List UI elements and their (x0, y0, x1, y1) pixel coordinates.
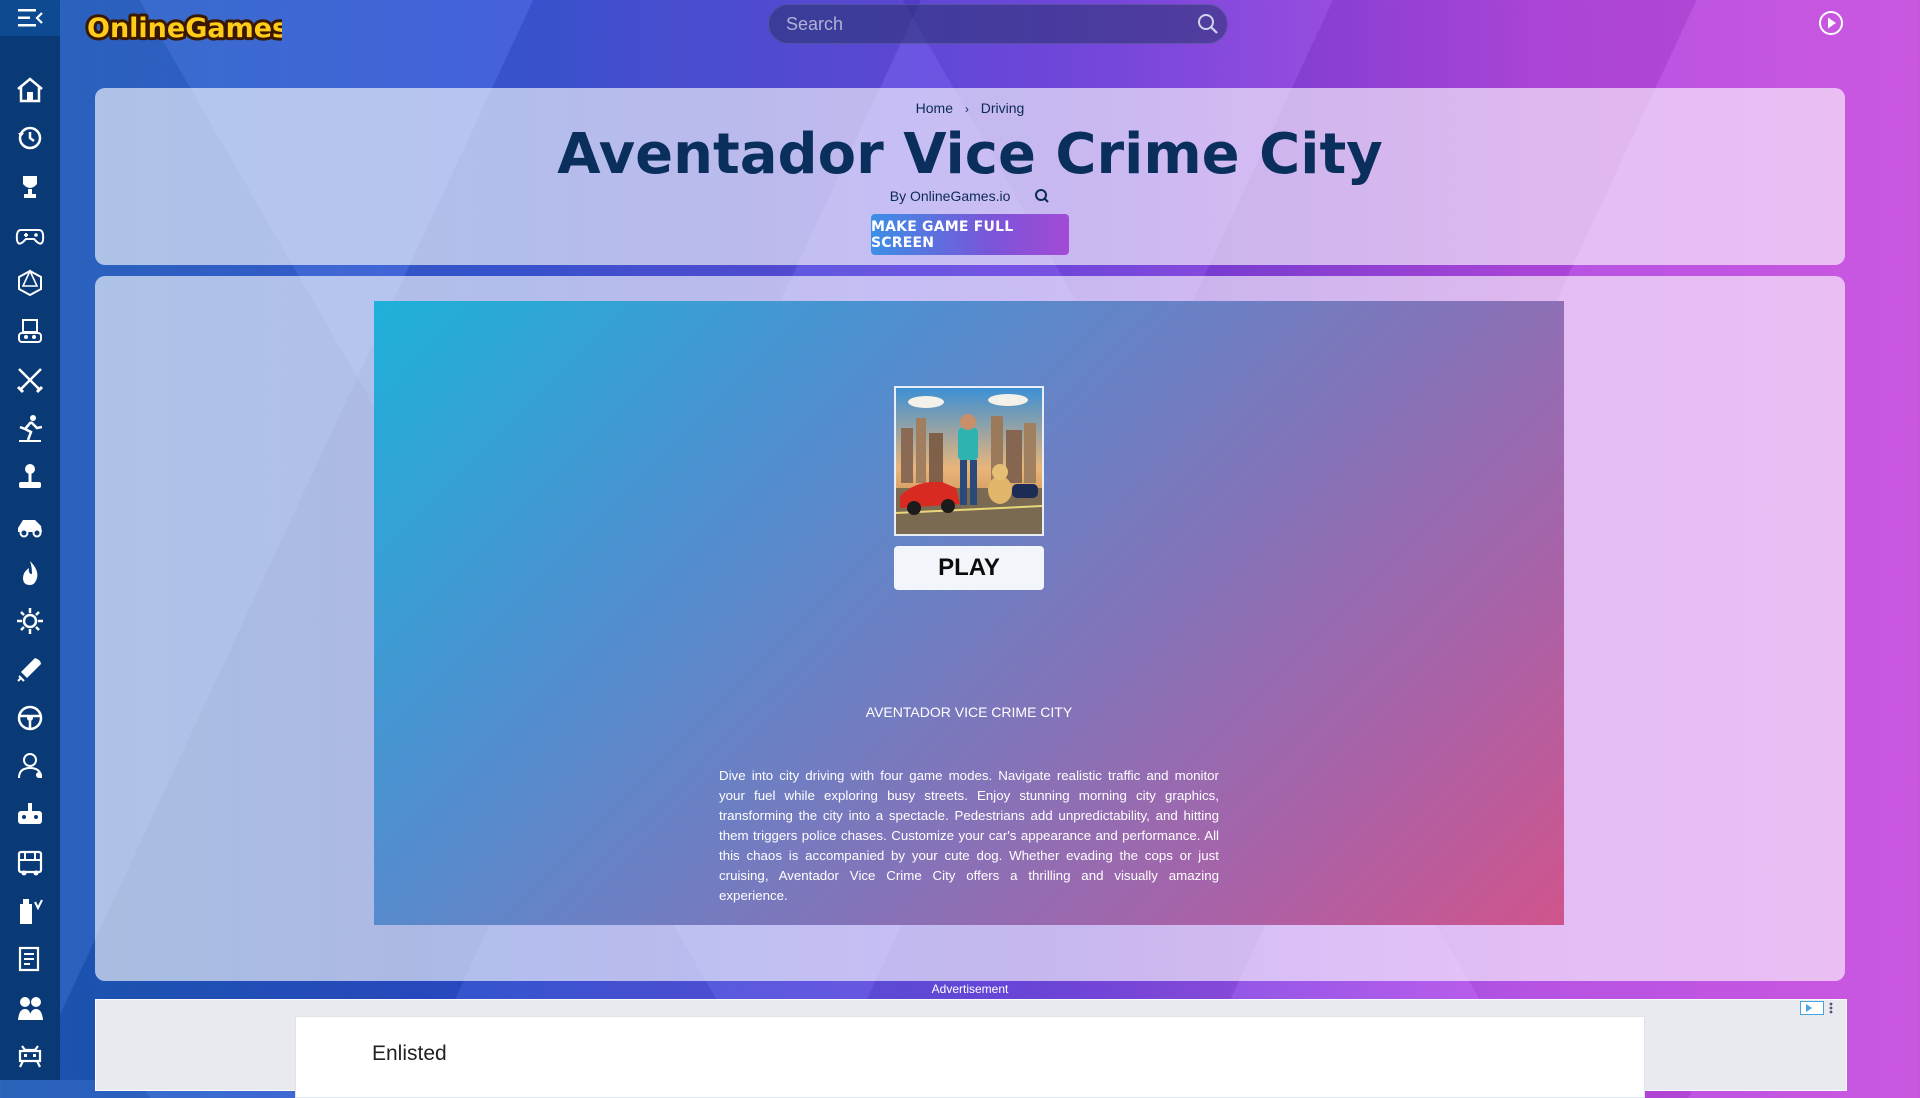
sidebar-item-runner[interactable] (0, 404, 60, 452)
game-name-caption: AVENTADOR VICE CRIME CITY (865, 704, 1073, 720)
search-icon[interactable] (1034, 188, 1050, 207)
menu-icon (18, 8, 43, 27)
gamepad-icon (15, 228, 45, 245)
sidebar-item-d20-dice[interactable] (0, 259, 60, 307)
sidebar-item-car-racing[interactable] (0, 500, 60, 548)
site-logo[interactable]: OnlineGames.io OnlineGames.io (84, 6, 329, 47)
breadcrumb: Home › Driving (95, 100, 1845, 116)
breadcrumb-category-link[interactable]: Driving (981, 100, 1025, 116)
sidebar-item-joystick[interactable] (0, 452, 60, 500)
play-circle-icon (1819, 11, 1843, 35)
sidebar-item-rocket[interactable] (0, 645, 60, 693)
sidebar-item-controller[interactable] (0, 790, 60, 838)
trophy-icon (23, 175, 37, 198)
history-icon (18, 126, 42, 150)
sidebar-item-space-invader[interactable] (0, 1032, 60, 1080)
advertisement-label: Advertisement (931, 982, 1009, 996)
gear-icon (17, 608, 43, 635)
menu-toggle-button[interactable] (0, 0, 60, 36)
ad-banner[interactable] (295, 1016, 1645, 1098)
robot-cube-icon (18, 319, 42, 344)
controller-icon (18, 803, 42, 825)
car-racing-icon (18, 519, 42, 538)
game-thumbnail[interactable] (894, 386, 1044, 536)
sidebar-category-list (0, 66, 60, 1080)
sidebar-item-map[interactable] (0, 935, 60, 983)
sidebar-item-gear[interactable] (0, 597, 60, 645)
game-description: Dive into city driving with four game mo… (719, 768, 1219, 903)
svg-text:OnlineGames.io: OnlineGames.io (87, 13, 282, 44)
fire-icon (23, 560, 38, 585)
author-link[interactable]: By OnlineGames.io (890, 188, 1011, 204)
runner-icon (19, 414, 43, 442)
ad-options-icon[interactable] (1828, 1001, 1834, 1015)
recently-played-button[interactable] (1818, 10, 1844, 36)
character-icon (18, 753, 42, 779)
sidebar-item-bus[interactable] (0, 839, 60, 887)
sidebar-item-building[interactable] (0, 887, 60, 935)
ad-text[interactable]: Enlisted (372, 1042, 447, 1066)
steering-wheel-icon (17, 705, 43, 731)
joystick-icon (19, 464, 41, 489)
breadcrumb-separator: › (964, 102, 969, 116)
search-button[interactable] (1188, 4, 1228, 44)
page-title: Aventador Vice Crime City (557, 122, 1383, 187)
building-icon (20, 898, 43, 924)
search-input[interactable] (768, 12, 1188, 36)
adchoices-icon[interactable] (1800, 1000, 1842, 1016)
crossed-swords-icon (16, 367, 44, 393)
bus-icon (17, 850, 43, 876)
rocket-icon (17, 658, 41, 683)
sidebar (0, 0, 60, 1080)
sidebar-item-history[interactable] (0, 114, 60, 162)
sidebar-item-fire[interactable] (0, 549, 60, 597)
d20-dice-icon (18, 269, 42, 297)
home-icon (17, 77, 43, 103)
fullscreen-button[interactable]: MAKE GAME FULL SCREEN (871, 214, 1069, 255)
breadcrumb-home-link[interactable]: Home (916, 100, 953, 116)
sidebar-item-crossed-swords[interactable] (0, 356, 60, 404)
play-button[interactable]: PLAY (894, 546, 1044, 590)
couple-icon (18, 996, 43, 1020)
search-icon (1198, 14, 1218, 34)
space-invader-icon (18, 1045, 42, 1068)
sidebar-item-trophy[interactable] (0, 162, 60, 210)
byline: By OnlineGames.io (95, 188, 1845, 207)
search-bar (768, 4, 1228, 44)
sidebar-item-character[interactable] (0, 742, 60, 790)
sidebar-item-home[interactable] (0, 66, 60, 114)
sidebar-item-gamepad[interactable] (0, 211, 60, 259)
sidebar-item-robot-cube[interactable] (0, 307, 60, 355)
map-icon (18, 947, 40, 972)
sidebar-item-steering-wheel[interactable] (0, 694, 60, 742)
